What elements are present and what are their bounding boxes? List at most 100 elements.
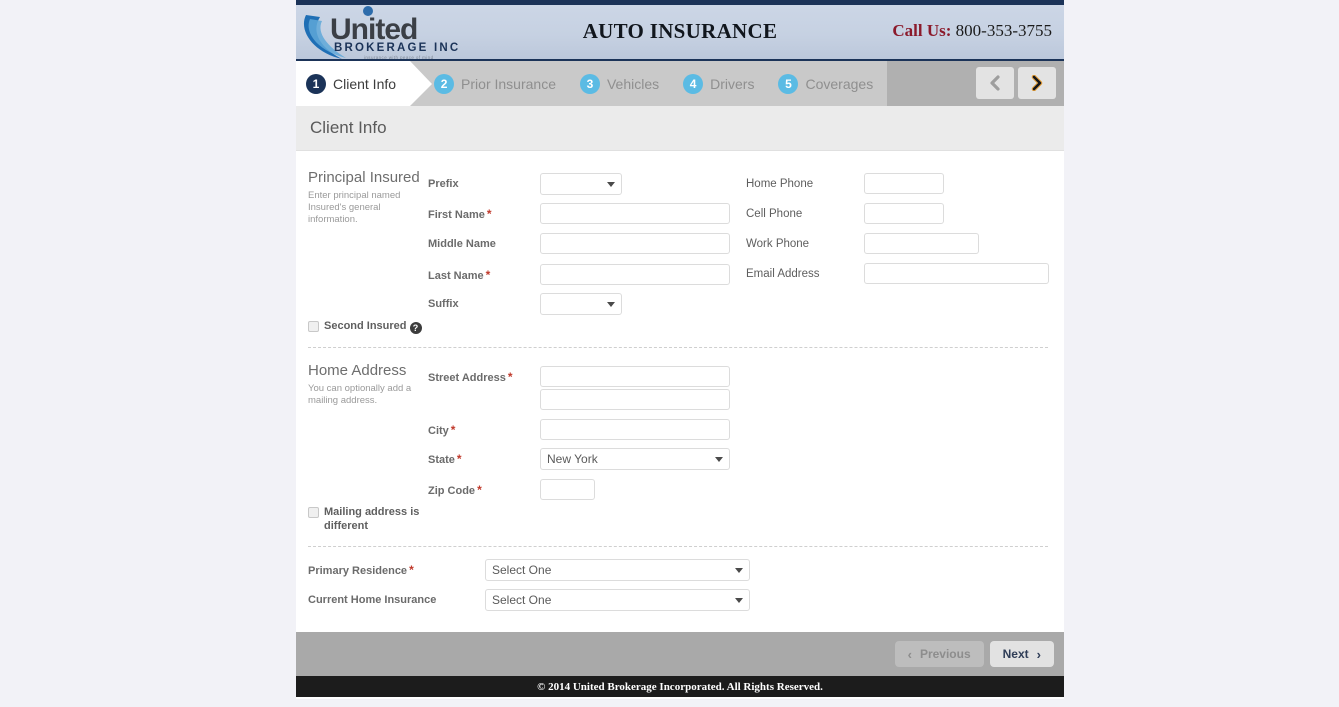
current-home-insurance-value: Select One [492,593,552,607]
last-name-input[interactable] [540,264,730,285]
field-row-last-name: Last Name * [428,264,730,285]
chevron-left-icon: ‹ [907,646,912,662]
phone-number[interactable]: 800-353-3755 [956,21,1052,40]
home-address-heading-block: Home Address You can optionally add a ma… [308,362,426,407]
primary-residence-label: Primary Residence * [308,563,414,577]
street-address-2-input[interactable] [540,389,730,410]
field-row-suffix: Suffix [428,293,622,315]
current-home-insurance-label: Current Home Insurance [308,594,437,606]
second-insured-label: Second Insured? [324,319,422,334]
header-phone: Call Us: 800-353-3755 [892,21,1052,41]
work-phone-label: Work Phone [746,237,810,250]
city-label: City * [428,422,456,437]
step-number-4: 4 [683,73,704,94]
field-row-home-phone: Home Phone [746,173,944,194]
field-row-state: State * New York [428,448,730,470]
work-phone-input[interactable] [864,233,979,254]
field-row-middle-name: Middle Name [428,233,730,254]
step-number-1: 1 [306,73,326,94]
wizard-step-vehicles[interactable]: 3 Vehicles [569,61,674,106]
current-home-insurance-select[interactable]: Select One [485,589,750,611]
required-marker: * [485,267,491,282]
page-title-bar: Client Info [296,106,1064,151]
mailing-different-checkbox-row[interactable]: Mailing address is different [308,505,420,534]
middle-name-label: Middle Name [428,237,496,250]
next-button-label: Next [1002,647,1029,661]
principal-insured-desc: Enter principal named Insured's general … [308,190,401,225]
previous-button-label: Previous [919,647,971,661]
primary-residence-select[interactable]: Select One [485,559,750,581]
field-row-primary-residence: Primary Residence * Select One [308,559,750,581]
principal-insured-title: Principal Insured [308,169,420,186]
cell-phone-input[interactable] [864,203,944,224]
back-arrow-icon [990,75,1000,91]
field-row-first-name: First Name * [428,203,730,224]
wizard-steps: 1 Client Info 2 Prior Insurance 3 Vehicl… [296,61,888,106]
prefix-select[interactable] [540,173,622,195]
state-value: New York [547,452,598,466]
second-insured-checkbox[interactable] [308,321,319,332]
middle-name-input[interactable] [540,233,730,254]
forward-arrow-icon [1031,75,1043,91]
field-row-email: Email Address [746,263,1049,284]
wizard-step-coverages[interactable]: 5 Coverages [768,61,888,106]
wizard-forward-button[interactable] [1018,67,1056,99]
field-row-city: City * [428,419,730,440]
help-icon[interactable]: ? [409,322,422,334]
step-number-3: 3 [579,73,600,94]
field-row-street-address: Street Address * [428,366,730,387]
field-row-cell-phone: Cell Phone [746,203,944,224]
mailing-different-checkbox[interactable] [308,507,319,518]
street-address-label: Street Address * [428,369,513,384]
city-input[interactable] [540,419,730,440]
required-marker: * [486,206,492,221]
street-address-input[interactable] [540,366,730,387]
field-row-street-address-2 [540,389,730,410]
home-phone-input[interactable] [864,173,944,194]
svg-text:insurance with peace of mind: insurance with peace of mind [364,55,434,60]
step-label-5: Coverages [805,75,874,92]
home-phone-label: Home Phone [746,177,814,190]
chevron-down-icon [735,598,743,603]
field-row-current-home-insurance: Current Home Insurance Select One [308,589,750,611]
form-action-bar: ‹ Previous Next › [296,632,1064,676]
suffix-select[interactable] [540,293,622,315]
screen: United BROKERAGE INC insurance with peac… [0,0,1339,707]
previous-button[interactable]: ‹ Previous [894,641,984,667]
state-label: State * [428,452,462,466]
step-number-2: 2 [434,73,455,94]
site-header: United BROKERAGE INC insurance with peac… [296,5,1064,61]
state-select[interactable]: New York [540,448,730,470]
step-label-3: Vehicles [606,75,660,92]
step-label-2: Prior Insurance [461,75,556,92]
email-input[interactable] [864,263,1049,284]
zip-code-input[interactable] [540,479,595,500]
chevron-down-icon [735,568,743,573]
first-name-label: First Name * [428,206,492,221]
copyright-text: © 2014 United Brokerage Incorporated. Al… [537,680,823,693]
wizard-step-prior-insurance[interactable]: 2 Prior Insurance [410,61,570,106]
second-insured-checkbox-row[interactable]: Second Insured? [308,319,422,334]
last-name-label: Last Name * [428,267,491,282]
wizard-step-drivers[interactable]: 4 Drivers [673,61,769,106]
next-button[interactable]: Next › [989,641,1054,667]
chevron-down-icon [715,457,723,462]
required-marker: * [507,369,513,384]
home-address-title: Home Address [308,362,407,379]
chevron-right-icon: › [1036,646,1041,662]
required-marker: * [450,422,456,437]
field-row-prefix: Prefix [428,173,622,195]
step-label-1: Client Info [333,75,397,92]
wizard-step-client-info[interactable]: 1 Client Info [296,61,433,106]
chevron-down-icon [607,182,615,187]
step-number-5: 5 [778,73,799,94]
required-marker: * [409,563,414,577]
email-label: Email Address [746,267,820,280]
divider-2 [308,546,1048,547]
first-name-input[interactable] [540,203,730,224]
page-title: Client Info [310,118,387,137]
cell-phone-label: Cell Phone [746,207,803,220]
wizard-back-button[interactable] [976,67,1014,99]
site-footer: © 2014 United Brokerage Incorporated. Al… [296,676,1064,697]
wizard-nav-arrows [976,67,1056,99]
